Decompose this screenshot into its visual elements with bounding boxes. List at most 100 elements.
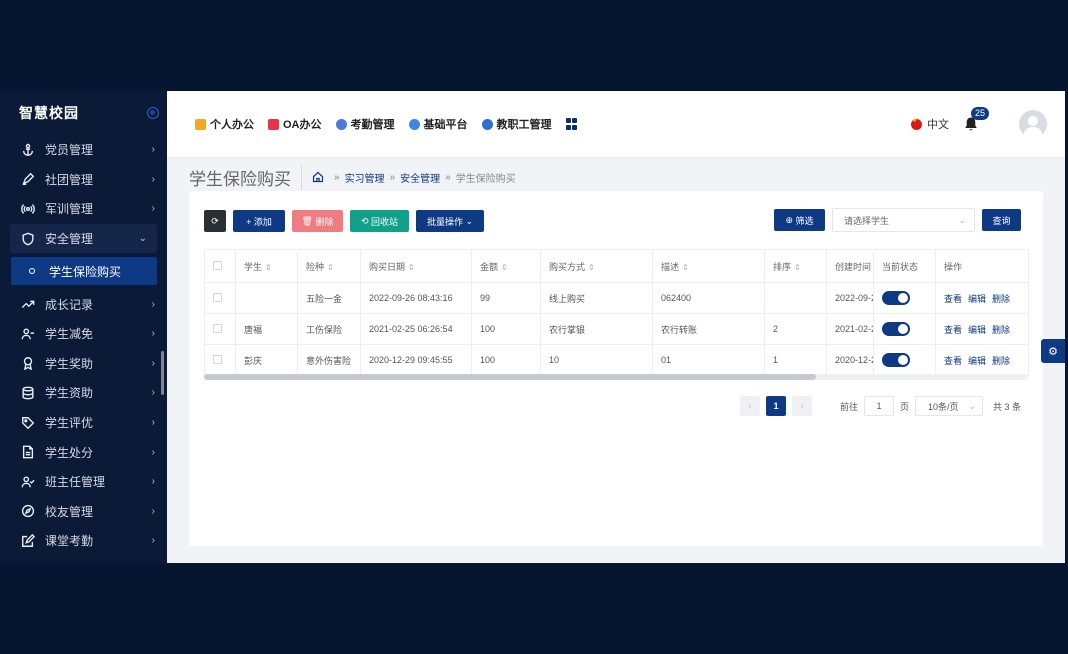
next-page-button[interactable]: › bbox=[791, 396, 812, 416]
delete-link[interactable]: 删除 bbox=[992, 356, 1010, 366]
refresh-button[interactable]: ⟳ bbox=[204, 210, 226, 232]
sidebar-item-excellence[interactable]: 学生评优 › bbox=[0, 408, 167, 438]
chevron-down-icon: ⌄ bbox=[138, 233, 147, 245]
row-checkbox[interactable] bbox=[204, 344, 236, 376]
sidebar-item-party[interactable]: 党员管理 › bbox=[0, 135, 167, 165]
column-header[interactable]: 购买日期 ⇕ bbox=[360, 249, 472, 283]
sort-icon: ⇕ bbox=[265, 262, 272, 272]
breadcrumb: » 实习管理 » 安全管理 » 学生保险购买 bbox=[312, 170, 516, 185]
view-link[interactable]: 查看 bbox=[944, 325, 962, 335]
delete-link[interactable]: 删除 bbox=[992, 325, 1010, 335]
table-horizontal-scrollbar[interactable] bbox=[204, 374, 1028, 380]
goto-label: 前往 bbox=[839, 401, 858, 412]
column-header[interactable]: 险种 ⇕ bbox=[297, 249, 361, 283]
avatar[interactable] bbox=[1019, 110, 1047, 138]
topnav-attendance[interactable]: 考勤管理 bbox=[335, 116, 395, 132]
cell-created: 2020-12-2 bbox=[826, 344, 874, 376]
collapse-icon[interactable] bbox=[147, 107, 159, 119]
bullet-icon bbox=[29, 268, 35, 275]
page-unit-label: 页 bbox=[899, 401, 909, 412]
cell-actions: 查看 编辑 删除 bbox=[935, 282, 1029, 314]
breadcrumb-current: 学生保险购买 bbox=[455, 173, 516, 185]
apps-grid-icon[interactable] bbox=[565, 118, 577, 130]
column-header[interactable]: 排序 ⇕ bbox=[764, 249, 827, 283]
edit-link[interactable]: 编辑 bbox=[968, 325, 986, 335]
award-icon bbox=[20, 355, 36, 371]
sidebar-item-label: 军训管理 bbox=[45, 202, 94, 217]
column-header[interactable]: 学生 ⇕ bbox=[235, 249, 298, 283]
cell-order: 1 bbox=[764, 344, 827, 376]
breadcrumb-link[interactable]: 实习管理 bbox=[345, 170, 385, 185]
submenu-item-insurance[interactable]: 学生保险购买 bbox=[11, 257, 157, 286]
row-checkbox[interactable] bbox=[204, 282, 236, 314]
recycle-bin-button[interactable]: ⟲ 回收站 bbox=[350, 210, 409, 232]
anchor-icon bbox=[20, 142, 36, 158]
delete-button[interactable]: 🗑 删除 bbox=[292, 210, 343, 232]
sidebar-item-safety[interactable]: 安全管理 ⌄ bbox=[10, 223, 157, 254]
cell-order bbox=[764, 282, 827, 314]
edit-link[interactable]: 编辑 bbox=[968, 356, 986, 366]
topnav-platform[interactable]: 基础平台 bbox=[408, 116, 468, 132]
people-icon bbox=[481, 118, 493, 130]
home-icon[interactable] bbox=[312, 171, 324, 183]
sidebar-item-growth[interactable]: 成长记录 › bbox=[0, 289, 167, 319]
sidebar-scrollbar[interactable] bbox=[161, 351, 164, 395]
cell-method: 线上购买 bbox=[540, 282, 653, 314]
tag-icon bbox=[20, 415, 36, 431]
sidebar-item-label: 学生减免 bbox=[45, 327, 94, 342]
edit-link[interactable]: 编辑 bbox=[968, 294, 986, 304]
add-button[interactable]: + 添加 bbox=[233, 210, 285, 232]
breadcrumb-separator: » bbox=[334, 171, 340, 183]
status-toggle[interactable] bbox=[882, 322, 910, 336]
sidebar-item-headteacher[interactable]: 班主任管理 › bbox=[0, 467, 167, 497]
top-right: 中文 25 bbox=[911, 107, 1047, 138]
sidebar-item-alumni[interactable]: 校友管理 › bbox=[0, 497, 167, 527]
brand: 智慧校园 bbox=[0, 91, 167, 135]
column-header[interactable]: 描述 ⇕ bbox=[652, 249, 765, 283]
column-header[interactable]: 金额 ⇕ bbox=[471, 249, 541, 283]
batch-action-button[interactable]: 批量操作 ⌄ bbox=[416, 210, 484, 232]
chevron-right-icon: › bbox=[151, 535, 155, 547]
cell-created: 2022-09-2 bbox=[826, 282, 874, 314]
delete-link[interactable]: 删除 bbox=[992, 294, 1010, 304]
sidebar-item-club[interactable]: 社团管理 › bbox=[0, 165, 167, 195]
sidebar: 智慧校园 党员管理 › 社团管理 › 军训管理 › 安全管理 ⌄ 学生保险购买 bbox=[0, 91, 167, 563]
topnav-oa-office[interactable]: OA办公 bbox=[268, 116, 322, 132]
sidebar-item-discipline[interactable]: 学生处分 › bbox=[0, 437, 167, 467]
sidebar-item-attendance[interactable]: 课堂考勤 › bbox=[0, 526, 167, 556]
topnav-label: 基础平台 bbox=[423, 119, 468, 131]
topnav-staff[interactable]: 教职工管理 bbox=[481, 116, 552, 132]
breadcrumb-link[interactable]: 安全管理 bbox=[400, 170, 440, 185]
column-header[interactable]: 购买方式 ⇕ bbox=[540, 249, 653, 283]
notification-bell[interactable]: 25 bbox=[963, 107, 990, 132]
sidebar-item-aid[interactable]: 学生资助 › bbox=[0, 378, 167, 408]
filter-icon: ⊕ bbox=[785, 214, 793, 225]
settings-gear-icon[interactable]: ⚙ bbox=[1041, 339, 1065, 363]
prev-page-button[interactable]: ‹ bbox=[739, 396, 760, 416]
brand-title: 智慧校园 bbox=[19, 105, 79, 121]
query-button[interactable]: 查询 bbox=[982, 209, 1021, 231]
content-card: ⟳ + 添加 🗑 删除 ⟲ 回收站 批量操作 ⌄ ⊕ 筛选 请选择学生 ⌄ 查询… bbox=[189, 191, 1043, 546]
sidebar-item-military[interactable]: 军训管理 › bbox=[0, 194, 167, 224]
filter-button[interactable]: ⊕ 筛选 bbox=[774, 209, 825, 231]
view-link[interactable]: 查看 bbox=[944, 356, 962, 366]
page-size-select[interactable]: 10条/页 ⌄ bbox=[914, 396, 983, 416]
status-toggle[interactable] bbox=[882, 291, 910, 305]
search-icon bbox=[408, 118, 420, 130]
language-switch[interactable]: 中文 bbox=[911, 116, 949, 132]
shield-icon bbox=[20, 231, 36, 247]
status-toggle[interactable] bbox=[882, 353, 910, 367]
main-area: 个人办公 OA办公 考勤管理 基础平台 教职工管理 中文 bbox=[167, 91, 1065, 563]
topnav-personal-office[interactable]: 个人办公 bbox=[195, 116, 254, 132]
sidebar-item-reduction[interactable]: 学生减免 › bbox=[0, 319, 167, 349]
page-number-current[interactable]: 1 bbox=[765, 396, 786, 416]
row-checkbox[interactable] bbox=[204, 313, 236, 345]
student-select[interactable]: 请选择学生 ⌄ bbox=[832, 208, 975, 232]
sort-icon: ⇕ bbox=[501, 262, 508, 272]
goto-page-input[interactable]: 1 bbox=[863, 396, 894, 416]
scrollbar-thumb[interactable] bbox=[204, 374, 816, 380]
sidebar-item-award[interactable]: 学生奖助 › bbox=[0, 349, 167, 379]
view-link[interactable]: 查看 bbox=[944, 294, 962, 304]
batch-label: 批量操作 bbox=[426, 216, 463, 227]
select-all-checkbox[interactable] bbox=[204, 249, 236, 283]
